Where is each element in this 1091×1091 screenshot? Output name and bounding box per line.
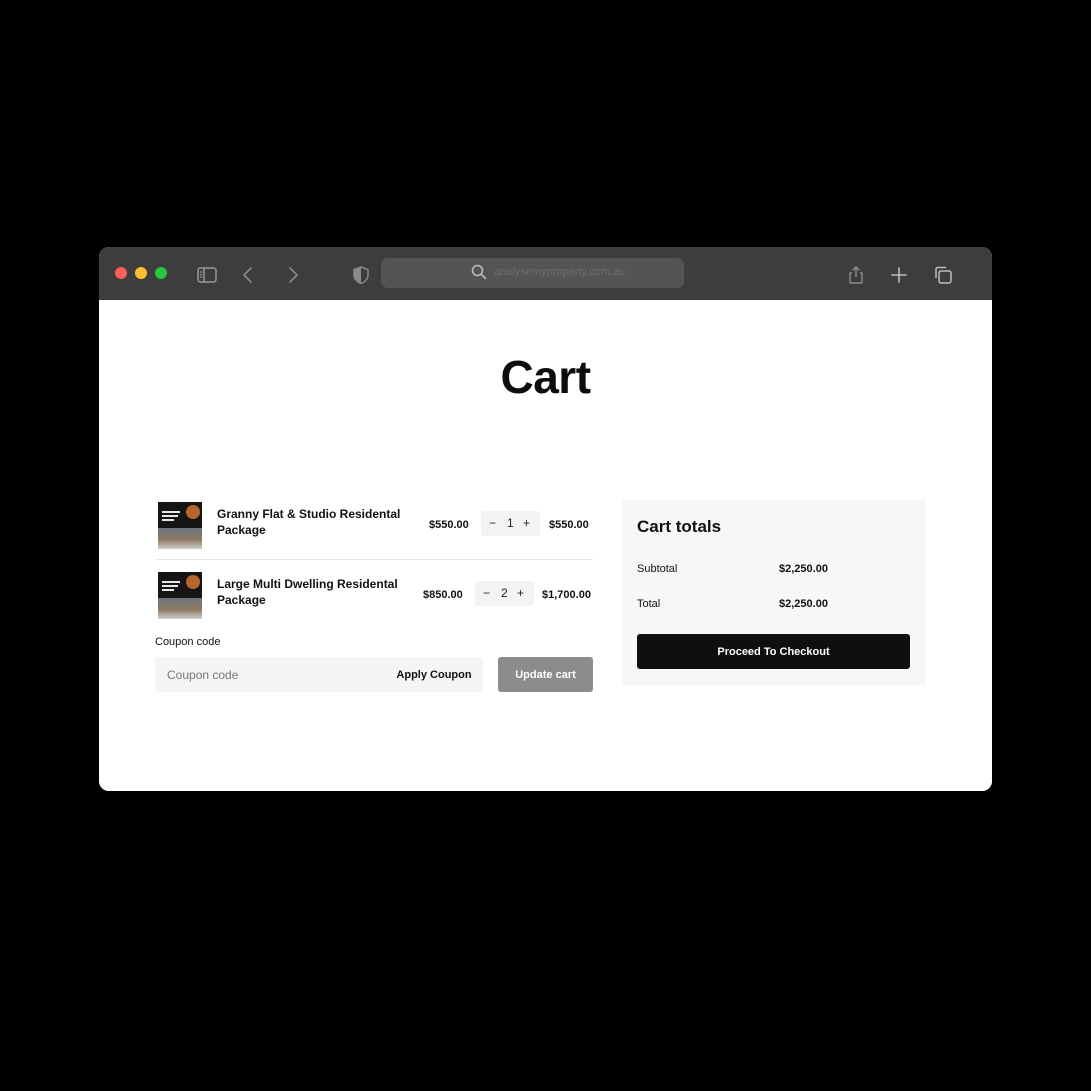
page-title: Cart [500, 351, 591, 403]
search-icon [471, 264, 487, 280]
item-divider [155, 559, 593, 560]
cart-item: Granny Flat & Studio Residental Package … [155, 497, 593, 557]
new-tab-icon[interactable] [888, 264, 910, 286]
quantity-value[interactable]: 2 [501, 586, 508, 600]
shield-icon[interactable] [350, 264, 372, 286]
proceed-to-checkout-button[interactable]: Proceed To Checkout [637, 634, 910, 669]
quantity-stepper: − 2 + [475, 581, 534, 606]
cart-totals-panel: Cart totals Subtotal $2,250.00 Total $2,… [622, 500, 926, 685]
cart-item: Large Multi Dwelling Residental Package … [155, 567, 593, 627]
product-subtotal: $550.00 [549, 519, 589, 531]
tabs-icon[interactable] [932, 264, 954, 286]
product-thumbnail[interactable] [158, 502, 202, 549]
coupon-input[interactable] [155, 657, 377, 692]
quantity-increase-button[interactable]: + [517, 586, 524, 600]
share-icon[interactable] [845, 264, 867, 286]
address-bar[interactable]: analysemyproperty.com.au [381, 258, 684, 288]
address-url: analysemyproperty.com.au [494, 266, 626, 278]
sidebar-icon[interactable] [196, 264, 218, 286]
back-icon[interactable] [237, 264, 259, 286]
minimize-window-button[interactable] [135, 267, 147, 279]
total-label: Total [637, 598, 661, 610]
product-thumbnail[interactable] [158, 572, 202, 619]
quantity-decrease-button[interactable]: − [483, 586, 490, 600]
zoom-window-button[interactable] [155, 267, 167, 279]
quantity-stepper: − 1 + [481, 511, 540, 536]
quantity-value[interactable]: 1 [507, 516, 514, 530]
update-cart-button[interactable]: Update cart [498, 657, 593, 692]
browser-toolbar: analysemyproperty.com.au [99, 247, 992, 301]
apply-coupon-button[interactable]: Apply Coupon [385, 657, 483, 692]
product-price: $850.00 [423, 589, 463, 601]
close-window-button[interactable] [115, 267, 127, 279]
cart-totals-title: Cart totals [637, 517, 722, 536]
quantity-increase-button[interactable]: + [523, 516, 530, 530]
coupon-label: Coupon code [155, 636, 221, 648]
product-name[interactable]: Granny Flat & Studio Residental Package [217, 506, 407, 538]
product-subtotal: $1,700.00 [542, 589, 591, 601]
cart-page: Cart Granny Flat & Studio Residental Pac… [99, 300, 992, 791]
quantity-decrease-button[interactable]: − [489, 516, 496, 530]
product-price: $550.00 [429, 519, 469, 531]
product-name[interactable]: Large Multi Dwelling Residental Package [217, 576, 407, 608]
browser-window: analysemyproperty.com.au Cart Granny Fla… [99, 247, 992, 791]
forward-icon[interactable] [282, 264, 304, 286]
total-value: $2,250.00 [779, 598, 828, 610]
subtotal-label: Subtotal [637, 563, 678, 575]
coupon-form: Apply Coupon [155, 657, 483, 692]
subtotal-value: $2,250.00 [779, 563, 828, 575]
